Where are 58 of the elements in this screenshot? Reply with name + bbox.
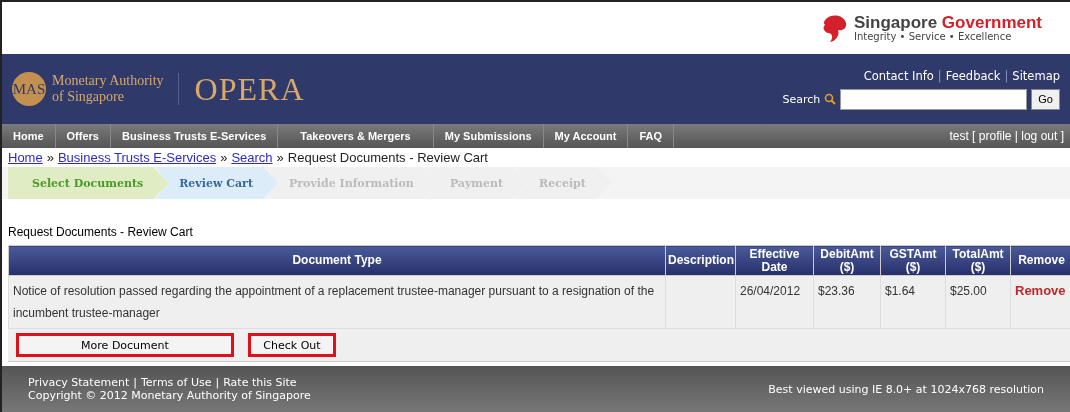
link-separator: | bbox=[133, 376, 137, 389]
link-separator: | bbox=[1014, 129, 1018, 143]
link-separator: | bbox=[215, 376, 220, 389]
logo-emblem: MAS bbox=[12, 72, 46, 106]
breadcrumb-separator: » bbox=[46, 150, 54, 165]
action-button[interactable]: More Document bbox=[16, 333, 234, 357]
table-cell: Notice of resolution passed regarding the appointment of a replacement trustee-manager pursuant to a resignation of the incumbent trustee-manager bbox=[8, 275, 666, 329]
column-header: TotalAmt ($) bbox=[945, 245, 1011, 276]
table-cell: $25.00 bbox=[945, 275, 1011, 329]
bracket: ] bbox=[1060, 129, 1064, 143]
wizard-step: Select Documents bbox=[8, 167, 170, 199]
browser-note: Best viewed using IE 8.0+ at 1024x768 resolution bbox=[768, 382, 1044, 396]
breadcrumb-link[interactable]: Business Trusts E-Services bbox=[57, 150, 217, 165]
footer-link[interactable]: Terms of Use bbox=[140, 376, 212, 389]
page-title: Request Documents - Review Cart bbox=[7, 224, 194, 241]
column-header: DebitAmt ($) bbox=[813, 245, 881, 276]
breadcrumb-separator: » bbox=[220, 150, 228, 165]
search-icon bbox=[824, 93, 837, 105]
search-label: Search bbox=[782, 92, 821, 106]
footer-link[interactable]: Privacy Statement bbox=[28, 376, 130, 389]
bracket: [ bbox=[972, 129, 976, 143]
breadcrumb-link[interactable]: Home bbox=[8, 150, 43, 165]
column-header: Document Type bbox=[8, 245, 666, 276]
organization-name: Monetary Authority of Singapore bbox=[52, 72, 179, 106]
column-header: GSTAmt ($) bbox=[880, 245, 946, 276]
action-button[interactable]: Check Out bbox=[248, 333, 336, 357]
lion-head-icon bbox=[822, 13, 848, 43]
nav-item[interactable]: FAQ bbox=[628, 124, 675, 148]
go-button[interactable]: Go bbox=[1031, 88, 1060, 110]
breadcrumb-link[interactable]: Search bbox=[231, 150, 273, 165]
government-title: Singapore Government bbox=[854, 14, 1042, 31]
column-header: Effective Date bbox=[735, 245, 814, 276]
header-link[interactable]: Feedback bbox=[945, 68, 1001, 83]
user-link[interactable]: profile bbox=[978, 129, 1012, 143]
table-cell: $1.64 bbox=[880, 275, 946, 329]
footer-link[interactable]: Rate this Site bbox=[223, 376, 297, 389]
app-name: OPERA bbox=[194, 70, 305, 108]
nav-item[interactable]: Offers bbox=[55, 124, 111, 148]
table-cell: 26/04/2012 bbox=[735, 275, 814, 329]
government-tagline: Integrity • Service • Excellence bbox=[854, 31, 1013, 42]
link-separator: | bbox=[937, 68, 942, 83]
copyright-text: Copyright © 2012 Monetary Authority of Singapore bbox=[28, 389, 311, 402]
link-separator: | bbox=[1004, 68, 1009, 83]
header-link[interactable]: Contact Info bbox=[863, 68, 934, 83]
header-link[interactable]: Sitemap bbox=[1012, 68, 1060, 83]
nav-item[interactable]: Takeovers & Mergers bbox=[278, 124, 434, 148]
nav-item[interactable]: My Submissions bbox=[433, 124, 544, 148]
nav-item[interactable]: Business Trusts E-Services bbox=[110, 124, 279, 148]
table-cell: $23.36 bbox=[813, 275, 881, 329]
column-header: Description bbox=[665, 245, 736, 276]
nav-item[interactable]: Home bbox=[2, 124, 56, 148]
user-link[interactable]: log out bbox=[1021, 129, 1058, 143]
user-name: test bbox=[949, 129, 969, 143]
nav-item[interactable]: My Account bbox=[543, 124, 629, 148]
breadcrumb-current: Request Documents - Review Cart bbox=[287, 150, 488, 165]
breadcrumb-separator: » bbox=[276, 150, 284, 165]
column-header: Remove bbox=[1010, 245, 1070, 276]
search-field[interactable] bbox=[840, 88, 1028, 110]
